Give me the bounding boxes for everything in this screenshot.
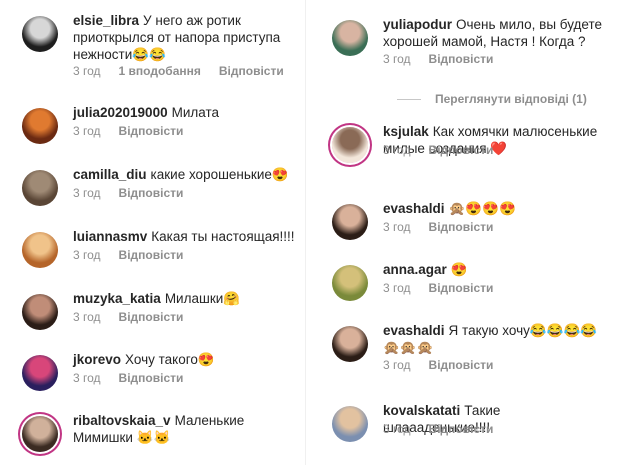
reply-button[interactable]: Відповісти [119,310,184,324]
comment-likes[interactable]: 1 вподобання [119,64,201,78]
comment-body: julia202019000 Милата [73,104,298,121]
comment-username[interactable]: luiannasmv [73,229,147,244]
avatar[interactable] [22,355,58,391]
comment-meta: 3 год Відповісти [73,186,201,200]
comment-text: 🙊😍😍😍 [448,201,516,216]
column-divider [305,0,306,465]
comment-meta: 3 год Відповісти [383,422,511,436]
view-replies-label: Переглянути відповіді (1) [435,92,587,106]
reply-button[interactable]: Відповісти [429,220,494,234]
comment-meta: 3 год Відповісти [73,124,201,138]
reply-button[interactable]: Відповісти [119,371,184,385]
comment-username[interactable]: elsie_libra [73,13,139,28]
avatar[interactable] [22,170,58,206]
comment-time: 3 год [383,220,411,234]
comment-meta: 3 год Відповісти [383,220,511,234]
comment-text: какие хорошенькие😍 [150,167,289,182]
comment-text: Какая ты настоящая!!!! [151,229,295,244]
comment-username[interactable]: yuliapodur [383,17,452,32]
comment-text: Милашки🤗 [164,291,241,306]
comment-meta: 3 год Відповісти [73,248,201,262]
avatar[interactable] [22,232,58,268]
comment-meta: 3 год Відповісти [73,310,201,324]
reply-button[interactable]: Відповісти [119,186,184,200]
avatar[interactable] [332,20,368,56]
avatar[interactable] [22,294,58,330]
comment-body: evashaldi Я такую хочу😂😂😂😂🙊🙊🙊 [383,322,608,356]
comment-body: ribaltovskaia_v Маленькие Мимишки 🐱🐱 [73,412,298,446]
comments-column-right: Переглянути відповіді (1) yuliapodur Очен… [310,0,610,465]
avatar[interactable] [332,406,368,442]
comment-username[interactable]: julia202019000 [73,105,168,120]
avatar[interactable] [22,108,58,144]
avatar[interactable] [22,16,58,52]
comment-meta: 3 год Відповісти [383,52,511,66]
comment-body: yuliapodur Очень мило, вы будете хорошей … [383,16,608,50]
comment-username[interactable]: jkorevo [73,352,121,367]
comment-meta: 3 год Відповісти [383,281,511,295]
reply-button[interactable]: Відповісти [429,143,494,157]
reply-button[interactable]: Відповісти [119,124,184,138]
comment-time: 3 год [73,310,101,324]
comment-username[interactable]: kovalskatati [383,403,460,418]
comment-body: anna.agar 😍 [383,261,608,278]
avatar[interactable] [332,265,368,301]
avatar[interactable] [22,416,58,452]
comment-time: 3 год [383,422,411,436]
comment-meta: 3 год Відповісти [383,358,511,372]
comment-text: 😍 [450,262,468,277]
comment-username[interactable]: evashaldi [383,323,445,338]
comment-body: elsie_libra У него аж ротик приоткрылся о… [73,12,298,63]
comment-username[interactable]: evashaldi [383,201,445,216]
comment-time: 3 год [73,64,101,78]
reply-button[interactable]: Відповісти [219,64,284,78]
avatar[interactable] [332,326,368,362]
reply-button[interactable]: Відповісти [119,248,184,262]
comment-time: 3 год [383,52,411,66]
comment-time: 3 год [383,143,411,157]
comments-column-left: elsie_libra У него аж ротик приоткрылся о… [0,0,300,465]
reply-button[interactable]: Відповісти [429,422,494,436]
comment-username[interactable]: muzyka_katia [73,291,161,306]
avatar[interactable] [332,127,368,163]
comment-body: muzyka_katia Милашки🤗 [73,290,298,307]
view-replies-link[interactable]: Переглянути відповіді (1) [397,92,587,106]
comment-time: 3 год [383,358,411,372]
comment-username[interactable]: anna.agar [383,262,447,277]
comment-time: 3 год [383,281,411,295]
comment-text: Хочу такого😍 [125,352,215,367]
comment-body: jkorevo Хочу такого😍 [73,351,298,368]
reply-button[interactable]: Відповісти [429,52,494,66]
comment-username[interactable]: ribaltovskaia_v [73,413,171,428]
comment-body: evashaldi 🙊😍😍😍 [383,200,608,217]
comment-time: 3 год [73,186,101,200]
comment-meta: 3 год Відповісти [383,143,511,157]
avatar[interactable] [332,204,368,240]
comment-username[interactable]: ksjulak [383,124,429,139]
reply-button[interactable]: Відповісти [429,281,494,295]
comment-time: 3 год [73,124,101,138]
comment-meta: 3 год Відповісти [73,371,201,385]
comment-body: camilla_diu какие хорошенькие😍 [73,166,298,183]
replies-line [397,99,421,101]
comment-body: luiannasmv Какая ты настоящая!!!! [73,228,298,245]
comment-text: Милата [171,105,220,120]
comment-time: 3 год [73,248,101,262]
reply-button[interactable]: Відповісти [429,358,494,372]
comment-time: 3 год [73,371,101,385]
comment-meta: 3 год 1 вподобання Відповісти [73,64,302,78]
comment-username[interactable]: camilla_diu [73,167,147,182]
